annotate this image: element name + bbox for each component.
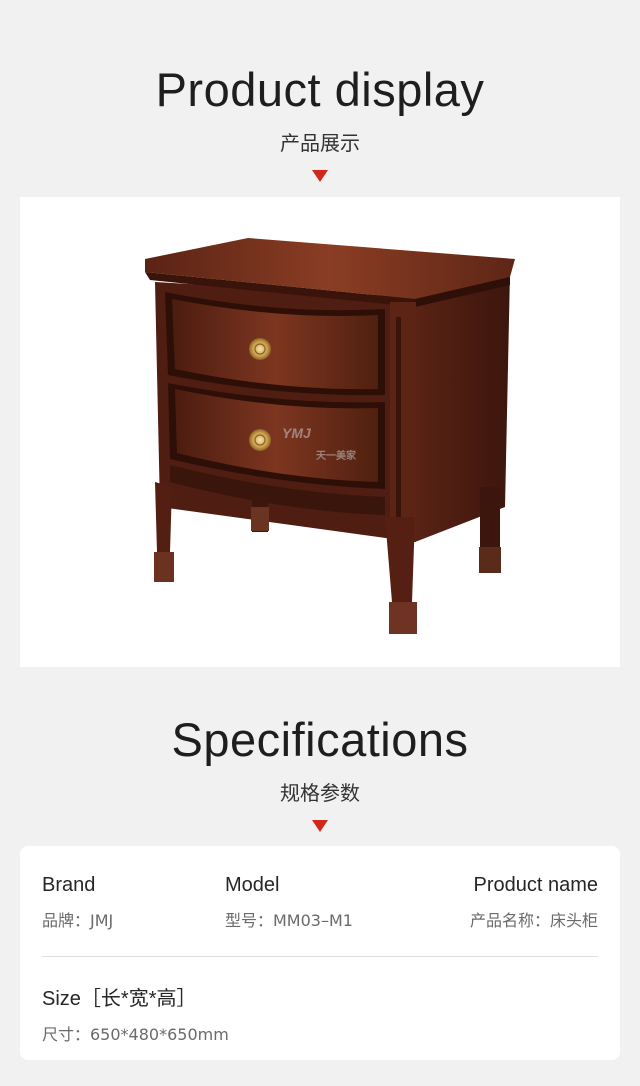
product-photo: YMJ 天一美家	[20, 197, 620, 667]
product-display-subtitle: 产品展示	[280, 131, 360, 155]
spec-product-name-value: 产品名称：床头柜	[469, 911, 598, 930]
spec-divider	[42, 956, 598, 957]
spec-model-value: 型号：MM03–M1	[225, 911, 353, 930]
specifications-header: Specifications 规格参数	[0, 716, 640, 832]
spec-brand-label: Brand	[42, 874, 96, 896]
spec-brand-value: 品牌：JMJ	[42, 911, 114, 930]
spec-model-label: Model	[225, 874, 280, 896]
spec-product-name: Product name 产品名称：床头柜	[470, 874, 598, 931]
specifications-subtitle: 规格参数	[280, 781, 360, 805]
spec-product-name-label: Product name	[473, 874, 598, 896]
spec-model: Model 型号：MM03–M1	[225, 874, 353, 931]
nightstand-image	[145, 238, 515, 634]
spec-brand: Brand 品牌：JMJ	[42, 874, 113, 931]
down-triangle-icon	[312, 170, 328, 182]
spec-size-value: 尺寸：650*480*650mm	[42, 1025, 229, 1044]
watermark-logo: YMJ	[282, 425, 311, 441]
down-triangle-icon	[312, 820, 328, 832]
spec-size: Size［长*宽*高］ 尺寸：650*480*650mm	[42, 982, 229, 1045]
watermark-tagline: 天一美家	[316, 451, 356, 462]
spec-size-label: Size［长*宽*高］	[42, 988, 197, 1010]
specifications-title: Specifications	[171, 713, 469, 766]
product-display-header: Product display 产品展示	[0, 66, 640, 182]
specifications-card: Brand 品牌：JMJ Model 型号：MM03–M1 Product na…	[20, 846, 620, 1060]
product-display-title: Product display	[155, 63, 485, 116]
